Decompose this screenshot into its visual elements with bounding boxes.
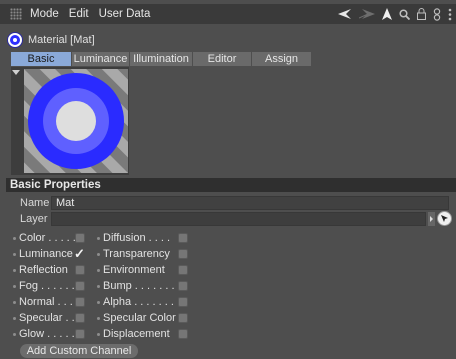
normal-checkbox[interactable] xyxy=(75,297,85,307)
channel-label: Diffusion . . . . xyxy=(103,232,171,244)
channel-label: Bump . . . . . . . xyxy=(103,280,175,292)
material-title: Material [Mat] xyxy=(28,34,95,46)
bullet-icon xyxy=(13,236,16,240)
menu-mode[interactable]: Mode xyxy=(30,8,59,20)
tab-illumination[interactable]: Illumination xyxy=(130,52,193,66)
tab-bar: Basic Luminance Illumination Editor Assi… xyxy=(11,52,312,66)
channel-normal[interactable]: Normal . . . xyxy=(13,295,73,309)
transparency-checkbox[interactable] xyxy=(178,249,188,259)
bullet-icon xyxy=(13,316,16,320)
bullet-icon xyxy=(97,252,100,256)
channel-color[interactable]: Color . . . . . xyxy=(13,231,76,245)
section-title: Basic Properties xyxy=(10,179,101,191)
menu-bar: Mode Edit User Data xyxy=(0,4,456,24)
channel-label: Displacement xyxy=(103,328,170,340)
channel-specular-color[interactable]: Specular Color xyxy=(97,311,176,325)
glow-checkbox[interactable] xyxy=(75,329,85,339)
menu-edit[interactable]: Edit xyxy=(69,8,89,20)
bullet-icon xyxy=(97,268,100,272)
channel-label: Specular . . xyxy=(19,312,75,324)
channel-label: Glow . . . . . xyxy=(19,328,75,340)
environment-checkbox[interactable] xyxy=(178,265,188,275)
grip-icon[interactable] xyxy=(10,8,22,20)
channel-label: Normal . . . xyxy=(19,296,73,308)
back-arrow-icon[interactable] xyxy=(338,9,352,19)
bullet-icon xyxy=(97,236,100,240)
specular-color-checkbox[interactable] xyxy=(178,313,188,323)
bump-checkbox[interactable] xyxy=(178,281,188,291)
channel-glow[interactable]: Glow . . . . . xyxy=(13,327,75,341)
collapse-triangle-icon[interactable] xyxy=(12,70,20,75)
tab-luminance[interactable]: Luminance xyxy=(72,52,130,66)
channel-fog[interactable]: Fog . . . . . . xyxy=(13,279,75,293)
bullet-icon xyxy=(97,300,100,304)
menu-user-data[interactable]: User Data xyxy=(99,8,151,20)
bullet-icon xyxy=(13,268,16,272)
name-label: Name xyxy=(20,197,50,209)
search-icon[interactable] xyxy=(399,8,410,20)
tab-assign[interactable]: Assign xyxy=(252,52,312,66)
toolbar-icons xyxy=(338,4,456,24)
luminance-checkbox-checked[interactable]: ✓ xyxy=(74,247,85,260)
bullet-icon xyxy=(97,316,100,320)
material-header: Material [Mat] xyxy=(8,32,95,48)
layer-field[interactable] xyxy=(51,212,426,226)
picker-icon[interactable] xyxy=(437,211,452,226)
bullet-icon xyxy=(97,332,100,336)
tab-basic[interactable]: Basic xyxy=(11,52,72,66)
material-preview[interactable] xyxy=(11,67,129,175)
tab-editor[interactable]: Editor xyxy=(193,52,252,66)
layer-label: Layer xyxy=(20,213,48,225)
channel-transparency[interactable]: Transparency xyxy=(97,247,170,261)
fog-checkbox[interactable] xyxy=(75,281,85,291)
channel-label: Specular Color xyxy=(103,312,176,324)
bullet-icon xyxy=(13,332,16,336)
channel-bump[interactable]: Bump . . . . . . . xyxy=(97,279,175,293)
cursor-up-icon[interactable] xyxy=(382,8,392,20)
forward-arrow-icon[interactable] xyxy=(359,9,375,19)
lock-icon[interactable] xyxy=(417,8,426,20)
specular-checkbox[interactable] xyxy=(75,313,85,323)
channel-specular[interactable]: Specular . . xyxy=(13,311,75,325)
layer-arrow-button[interactable] xyxy=(428,212,435,226)
channel-label: Luminance xyxy=(19,248,73,260)
channel-diffusion[interactable]: Diffusion . . . . xyxy=(97,231,170,245)
channel-environment[interactable]: Environment xyxy=(97,263,165,277)
channel-label: Environment xyxy=(103,264,165,276)
material-icon xyxy=(8,33,22,47)
material-preview-image xyxy=(24,69,128,173)
channel-label: Reflection xyxy=(19,264,68,276)
bullet-icon xyxy=(13,284,16,288)
name-field[interactable]: Mat xyxy=(51,196,449,210)
link-icon[interactable] xyxy=(433,7,441,21)
bullet-icon xyxy=(97,284,100,288)
bullet-icon xyxy=(13,252,16,256)
channel-label: Transparency xyxy=(103,248,170,260)
reflection-checkbox[interactable] xyxy=(75,265,85,275)
color-checkbox[interactable] xyxy=(75,233,85,243)
more-icon[interactable] xyxy=(448,8,452,21)
alpha-checkbox[interactable] xyxy=(178,297,188,307)
diffusion-checkbox[interactable] xyxy=(178,233,188,243)
displacement-checkbox[interactable] xyxy=(178,329,188,339)
channel-reflection[interactable]: Reflection xyxy=(13,263,68,277)
channel-label: Alpha . . . . . . . xyxy=(103,296,174,308)
channel-label: Fog . . . . . . xyxy=(19,280,75,292)
channel-displacement[interactable]: Displacement xyxy=(97,327,170,341)
channel-alpha[interactable]: Alpha . . . . . . . xyxy=(97,295,174,309)
bullet-icon xyxy=(13,300,16,304)
add-custom-channel-button[interactable]: Add Custom Channel xyxy=(20,344,138,358)
channel-luminance[interactable]: Luminance xyxy=(13,247,73,261)
channel-label: Color . . . . . xyxy=(19,232,76,244)
